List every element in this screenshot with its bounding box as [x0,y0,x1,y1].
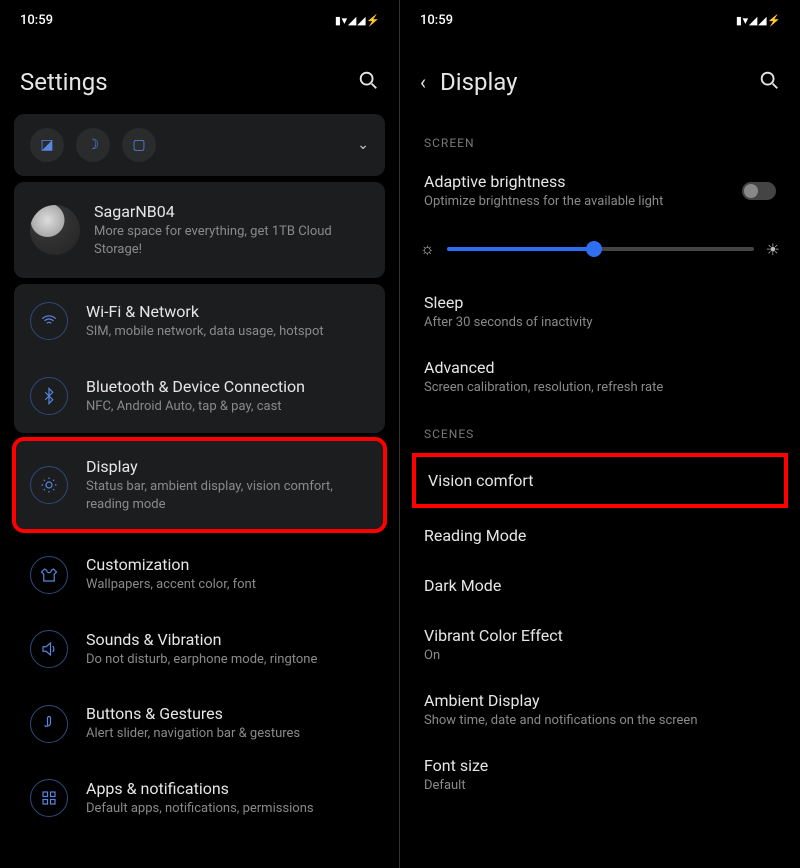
reading-mode-item[interactable]: Reading Mode [400,512,800,562]
account-card[interactable]: SagarNB04 More space for everything, get… [14,182,385,278]
item-title: Display [86,457,366,476]
status-icons: ▮ ▾ ◢ ◢ ⚡ [736,14,780,27]
back-button[interactable]: ‹ [420,70,426,94]
status-icons: ▮ ▾ ◢ ◢ ⚡ [335,14,379,27]
clock: 10:59 [20,13,53,28]
apps-item[interactable]: Apps & notifications Default apps, notif… [14,761,385,836]
display-card-highlighted: Display Status bar, ambient display, vis… [14,439,385,531]
more-items: Customization Wallpapers, accent color, … [14,537,385,835]
apps-icon [30,779,68,817]
buttons-item[interactable]: Buttons & Gestures Alert slider, navigat… [14,686,385,761]
bluetooth-icon [30,377,68,415]
adaptive-brightness-toggle[interactable] [742,182,776,200]
item-title: Vibrant Color Effect [424,626,776,645]
search-button[interactable] [758,69,780,95]
brightness-low-icon: ☼ [420,239,435,259]
adaptive-brightness-item[interactable]: Adaptive brightness Optimize brightness … [400,158,800,223]
clock: 10:59 [420,13,453,28]
brightness-slider[interactable] [447,247,754,251]
item-title: Reading Mode [424,526,776,545]
settings-screen: 10:59 ▮ ▾ ◢ ◢ ⚡ Settings ◪ ☽ ▢ ⌄ SagarNB… [0,0,400,868]
network-card: Wi-Fi & Network SIM, mobile network, dat… [14,284,385,433]
bluetooth-item[interactable]: Bluetooth & Device Connection NFC, Andro… [14,359,385,434]
item-title: Ambient Display [424,691,776,710]
item-title: Apps & notifications [86,779,314,798]
section-scenes-label: SCENES [400,409,800,449]
page-title: Display [440,68,518,96]
item-title: Advanced [424,358,776,377]
wifi-icon [30,302,68,340]
item-subtitle: After 30 seconds of inactivity [424,315,776,330]
item-subtitle: Show time, date and notifications on the… [424,713,776,728]
customization-item[interactable]: Customization Wallpapers, accent color, … [14,537,385,612]
status-bar: 10:59 ▮ ▾ ◢ ◢ ⚡ [400,8,800,32]
header: ‹ Display [400,32,800,108]
dark-mode-item[interactable]: Dark Mode [400,562,800,612]
advanced-item[interactable]: Advanced Screen calibration, resolution,… [400,344,800,409]
item-title: Bluetooth & Device Connection [86,377,305,396]
item-subtitle: SIM, mobile network, data usage, hotspot [86,323,324,341]
item-title: Customization [86,555,256,574]
display-settings-screen: 10:59 ▮ ▾ ◢ ◢ ⚡ ‹ Display SCREEN Adaptiv… [400,0,800,868]
item-subtitle: Optimize brightness for the available li… [424,194,663,209]
item-subtitle: NFC, Android Auto, tap & pay, cast [86,398,305,416]
display-item[interactable]: Display Status bar, ambient display, vis… [14,439,385,531]
search-button[interactable] [357,69,379,95]
speaker-icon [30,630,68,668]
item-subtitle: Wallpapers, accent color, font [86,576,256,594]
section-screen-label: SCREEN [400,118,800,158]
item-subtitle: Alert slider, navigation bar & gestures [86,725,300,743]
sounds-item[interactable]: Sounds & Vibration Do not disturb, earph… [14,612,385,687]
quick-toggle-3-icon[interactable]: ▢ [122,128,156,162]
item-title: Buttons & Gestures [86,704,300,723]
account-name: SagarNB04 [94,202,369,221]
header: Settings [0,32,399,108]
expand-toggles-button[interactable]: ⌄ [357,137,369,153]
vision-comfort-item-highlighted[interactable]: Vision comfort [412,453,788,508]
item-subtitle: On [424,648,776,663]
avatar [30,205,80,255]
item-subtitle: Do not disturb, earphone mode, ringtone [86,651,317,669]
brightness-high-icon: ☀ [766,240,780,259]
brightness-slider-row: ☼ ☀ [400,223,800,279]
item-title: Wi-Fi & Network [86,302,324,321]
item-title: Vision comfort [428,471,772,490]
gesture-icon [30,705,68,743]
item-title: Dark Mode [424,576,776,595]
sleep-item[interactable]: Sleep After 30 seconds of inactivity [400,279,800,344]
item-subtitle: Status bar, ambient display, vision comf… [86,478,366,513]
font-size-item[interactable]: Font size Default [400,742,800,807]
status-bar: 10:59 ▮ ▾ ◢ ◢ ⚡ [0,8,399,32]
quick-toggles-card: ◪ ☽ ▢ ⌄ [14,114,385,176]
item-title: Font size [424,756,776,775]
vibrant-color-item[interactable]: Vibrant Color Effect On [400,612,800,677]
item-subtitle: Default apps, notifications, permissions [86,800,314,818]
item-subtitle: Screen calibration, resolution, refresh … [424,380,776,395]
wifi-network-item[interactable]: Wi-Fi & Network SIM, mobile network, dat… [14,284,385,359]
item-title: Sounds & Vibration [86,630,317,649]
account-subtitle: More space for everything, get 1TB Cloud… [94,223,369,258]
page-title: Settings [20,68,108,96]
item-title: Sleep [424,293,776,312]
quick-toggle-2-icon[interactable]: ☽ [76,128,110,162]
brightness-icon [30,466,68,504]
ambient-display-item[interactable]: Ambient Display Show time, date and noti… [400,677,800,742]
quick-toggle-1-icon[interactable]: ◪ [30,128,64,162]
item-title: Adaptive brightness [424,172,663,191]
item-subtitle: Default [424,778,776,793]
tshirt-icon [30,556,68,594]
